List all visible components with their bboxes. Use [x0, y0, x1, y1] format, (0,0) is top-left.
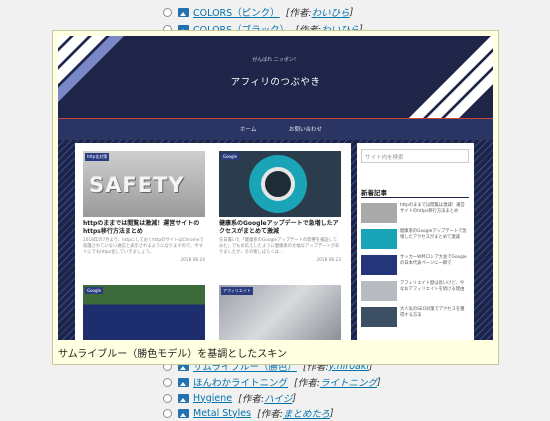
author-label: [作者: — [294, 378, 320, 389]
skin-radio[interactable] — [163, 377, 172, 387]
camera-lens-inner — [261, 167, 295, 201]
card-title: 健康系のGoogleアップデートで急増したアクセスがまとめて激減 — [219, 220, 339, 235]
recent-title: アフィリエイト歴は長いけど、今なおアフィリエイトを続ける理由 — [400, 281, 465, 292]
image-icon[interactable] — [178, 377, 189, 387]
author-label: [作者: — [257, 409, 283, 420]
author-close: ] — [292, 392, 297, 404]
safety-thumb-text: SAFETY — [89, 173, 185, 197]
card-thumbnail: アフィリエイト — [219, 285, 341, 340]
preview-menu-contact: お問い合わせ — [289, 127, 323, 133]
image-icon[interactable] — [178, 393, 189, 403]
card-category: Google — [221, 153, 240, 160]
preview-card: Google 健康系のGoogleアップデートで急増したアクセスがまとめて激減 … — [219, 151, 341, 263]
skin-preview-image: がんばれ ニッポン！ アフィリのつぶやき ホーム お問い合わせ http化対策 … — [58, 36, 493, 340]
card-thumbnail: Google — [219, 151, 341, 217]
skin-row: Metal Styles [作者: まとめたろ ] — [163, 405, 334, 421]
image-icon[interactable] — [178, 7, 189, 17]
skin-radio[interactable] — [163, 7, 172, 17]
card-excerpt: 2018年の7月より、httpにしておくhttpのサイトはChromeで保護され… — [83, 238, 204, 255]
card-category: http化対策 — [85, 153, 110, 161]
preview-card: http化対策 SAFETY httpのままでは閲覧は激減！運営サイトのhttp… — [83, 151, 205, 263]
preview-site-title: アフィリのつぶやき — [230, 77, 321, 88]
skin-radio[interactable] — [163, 393, 172, 403]
recent-item: 大人気のSEO対策でアクセスを獲得する方法 — [361, 307, 469, 327]
card-category: アフィリエイト — [221, 287, 253, 295]
author-close: ] — [349, 6, 354, 18]
recent-title: 大人気のSEO対策でアクセスを獲得する方法 — [400, 307, 465, 318]
author-close: ] — [329, 407, 334, 419]
recent-thumb — [361, 203, 397, 223]
author-link[interactable]: わいひら — [312, 5, 350, 19]
skin-preview-tooltip: がんばれ ニッポン！ アフィリのつぶやき ホーム お問い合わせ http化対策 … — [52, 30, 499, 365]
image-icon[interactable] — [178, 408, 189, 418]
recent-thumb — [361, 255, 397, 275]
recent-thumb — [361, 281, 397, 301]
recent-item: httpのままでは閲覧は激減！運営サイトのhttps移行方法まとめ — [361, 203, 469, 223]
recent-thumb — [361, 307, 397, 327]
tooltip-caption: サムライブルー（勝色モデル）を基調としたスキン — [58, 349, 287, 360]
skin-name-link[interactable]: ほんわかライトニング — [193, 375, 288, 389]
recent-item: サッカーW杯ロシア大会でGoogleの日本代表ページに一瞬で — [361, 255, 469, 275]
recent-heading-rule — [361, 197, 469, 198]
card-thumbnail: http化対策 SAFETY — [83, 151, 205, 217]
author-close: ] — [376, 376, 381, 388]
skin-name-link[interactable]: COLORS（ピンク） — [193, 5, 280, 19]
author-link[interactable]: ライトニング — [320, 375, 377, 389]
card-date: 2018.08.23 — [316, 258, 341, 263]
skin-radio[interactable] — [163, 408, 172, 418]
card-excerpt: 先日書いた「健康系のGoogleアップデートの影響を検証してみた」でもお伝えした… — [219, 238, 340, 255]
author-link[interactable]: まとめたろ — [283, 406, 330, 420]
recent-item: 健康系のGoogleアップデートで急増したアクセスがまとめて激減 — [361, 229, 469, 249]
card-thumbnail: Google — [83, 285, 205, 340]
preview-card: アフィリエイト — [219, 285, 341, 340]
recent-title: httpのままでは閲覧は激減！運営サイトのhttps移行方法まとめ — [400, 203, 465, 214]
recent-thumb — [361, 229, 397, 249]
skin-row: Hygiene [作者: ハイジ ] — [163, 390, 296, 406]
preview-menu: ホーム お問い合わせ — [58, 118, 493, 142]
preview-content: http化対策 SAFETY httpのままでは閲覧は激減！運営サイトのhttp… — [75, 143, 351, 340]
recent-title: サッカーW杯ロシア大会でGoogleの日本代表ページに一瞬で — [400, 255, 467, 266]
skin-row: COLORS（ピンク） [作者: わいひら ] — [163, 4, 353, 20]
preview-header: がんばれ ニッポン！ アフィリのつぶやき — [58, 36, 493, 118]
recent-heading: 新着記事 — [361, 189, 387, 197]
recent-item: アフィリエイト歴は長いけど、今なおアフィリエイトを続ける理由 — [361, 281, 469, 301]
author-label: [作者: — [285, 8, 312, 19]
preview-menu-home: ホーム — [240, 127, 257, 133]
skin-row: ほんわかライトニング [作者: ライトニング ] — [163, 374, 381, 390]
card-date: 2018.08.24 — [180, 258, 205, 263]
skin-name-link[interactable]: Hygiene — [193, 393, 232, 404]
card-category: Google — [85, 287, 104, 294]
preview-tagline: がんばれ ニッポン！ — [252, 57, 299, 63]
author-link[interactable]: ハイジ — [264, 391, 292, 405]
recent-title: 健康系のGoogleアップデートで急増したアクセスがまとめて激減 — [400, 229, 467, 240]
skin-name-link[interactable]: Metal Styles — [193, 408, 251, 419]
card-title: httpのままでは閲覧は激減！運営サイトのhttps移行方法まとめ — [83, 220, 200, 235]
preview-sidebar: サイト内を検索 新着記事 httpのままでは閲覧は激減！運営サイトのhttps移… — [357, 143, 474, 340]
author-label: [作者: — [238, 394, 265, 405]
preview-search: サイト内を検索 — [361, 149, 469, 163]
preview-card: Google — [83, 285, 205, 340]
